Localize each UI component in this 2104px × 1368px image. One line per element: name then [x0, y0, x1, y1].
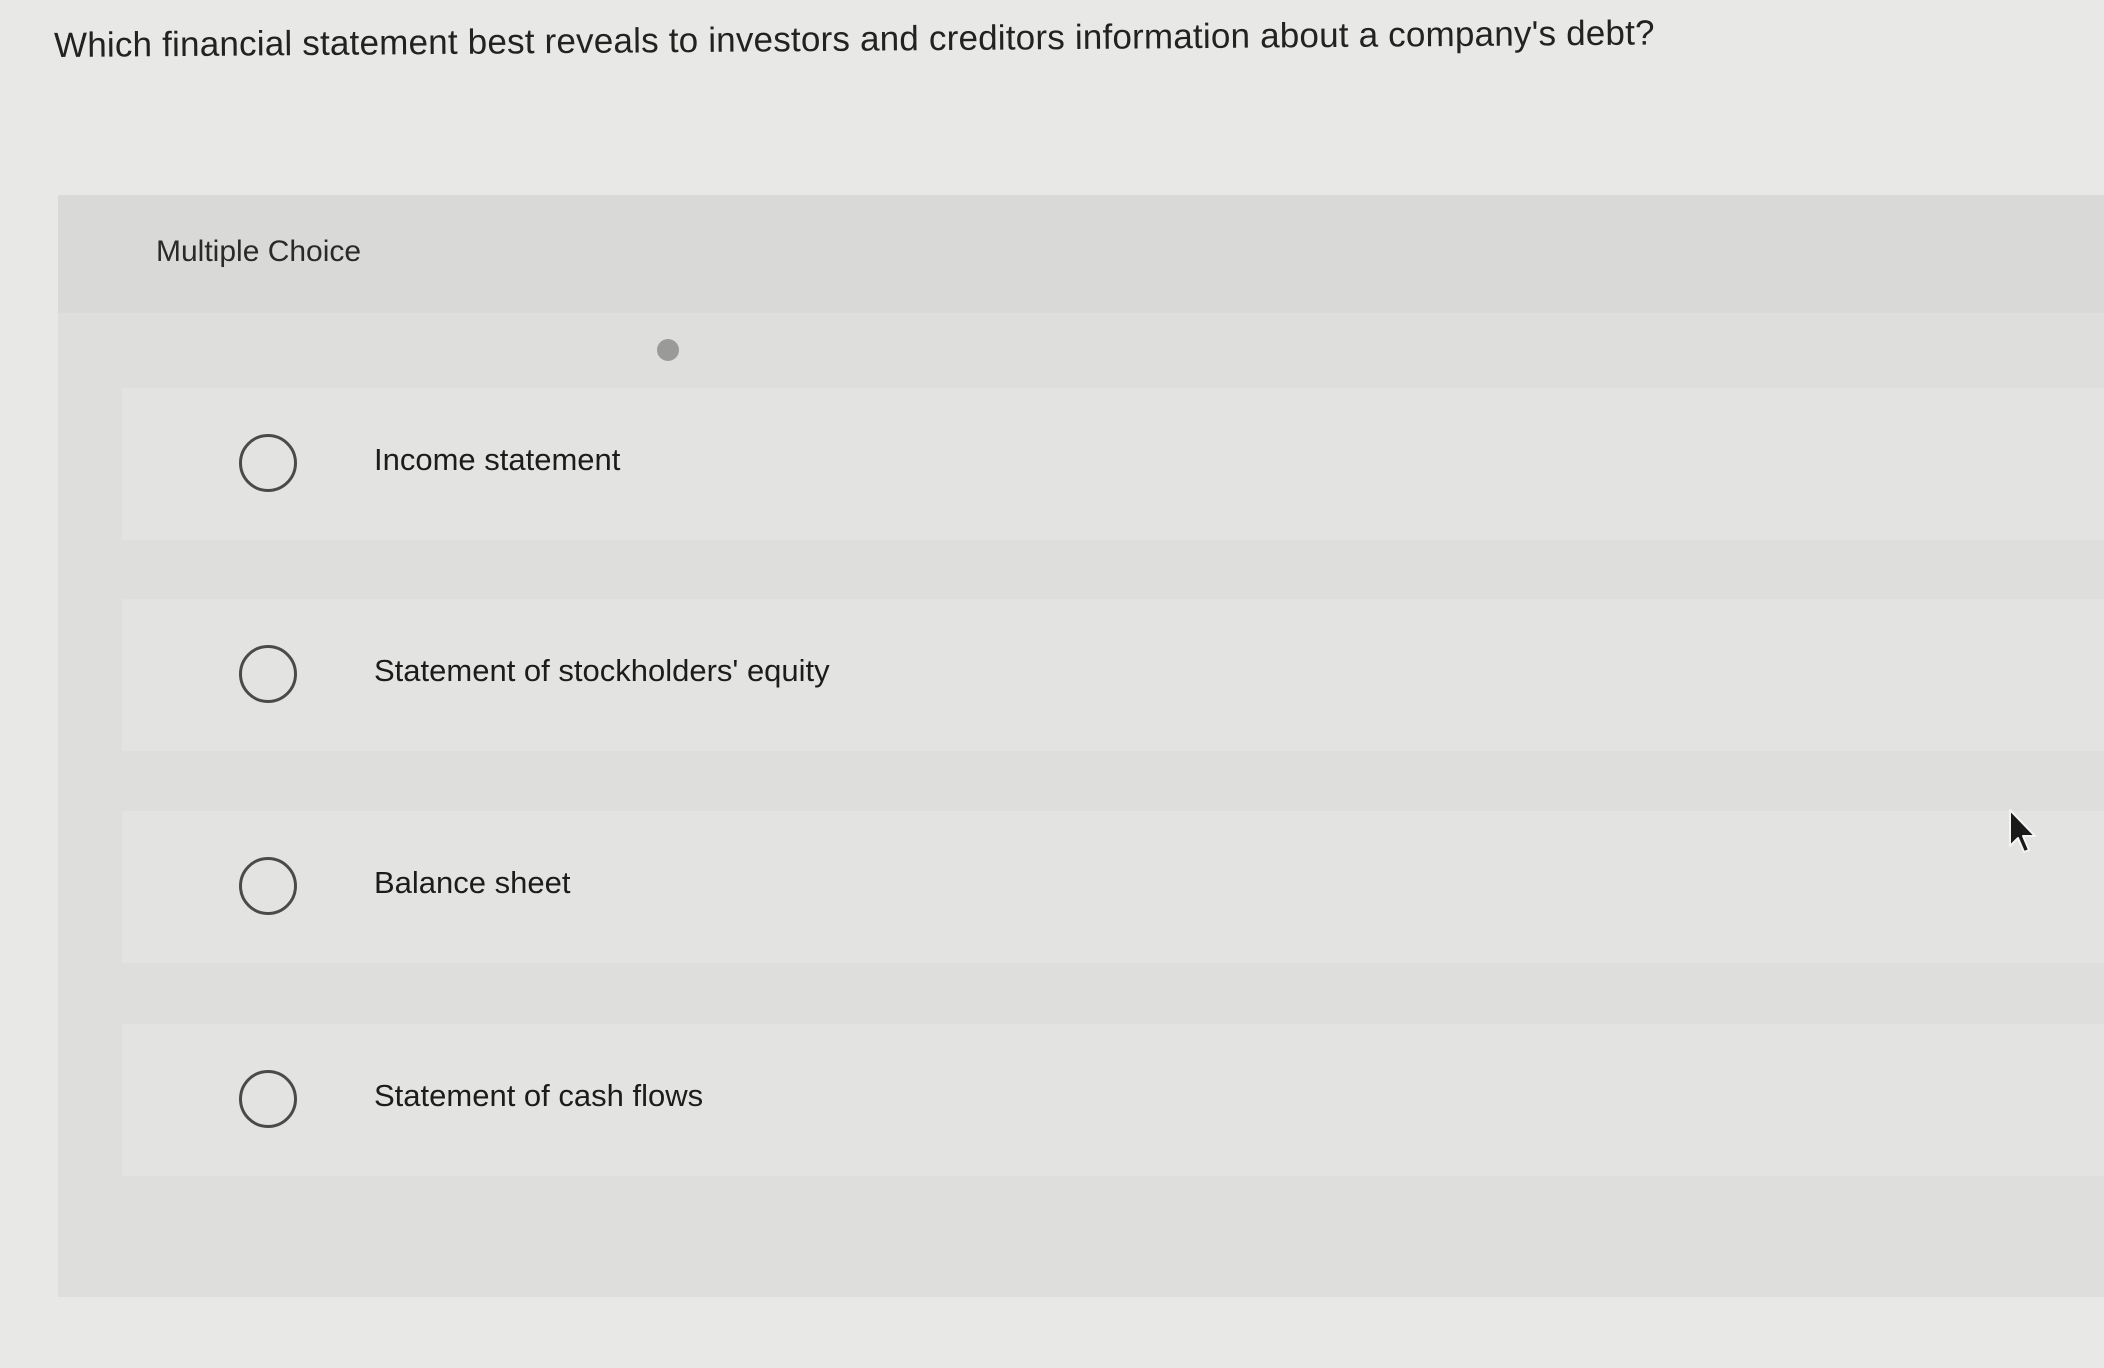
radio-button[interactable] — [239, 645, 297, 703]
panel-header: Multiple Choice — [58, 195, 2104, 313]
mouse-cursor-icon — [2009, 809, 2036, 853]
answer-option-cash-flows[interactable]: Statement of cash flows — [122, 1024, 2104, 1176]
answer-option-label: Statement of cash flows — [374, 1078, 704, 1113]
screen-spot — [657, 339, 679, 361]
multiple-choice-panel: Multiple Choice Income statement Stateme… — [58, 195, 2104, 1297]
answer-option-label: Income statement — [374, 442, 621, 477]
radio-button[interactable] — [239, 1070, 297, 1128]
answer-option-label: Statement of stockholders' equity — [374, 653, 830, 688]
radio-button[interactable] — [239, 434, 297, 492]
radio-button[interactable] — [239, 857, 297, 915]
answer-option-label: Balance sheet — [374, 865, 571, 900]
question-text: Which financial statement best reveals t… — [53, 13, 1655, 65]
answer-option-balance-sheet[interactable]: Balance sheet — [122, 811, 2104, 963]
answer-option-stockholders-equity[interactable]: Statement of stockholders' equity — [122, 599, 2104, 751]
panel-title: Multiple Choice — [156, 235, 362, 268]
answer-option-income-statement[interactable]: Income statement — [122, 388, 2104, 540]
